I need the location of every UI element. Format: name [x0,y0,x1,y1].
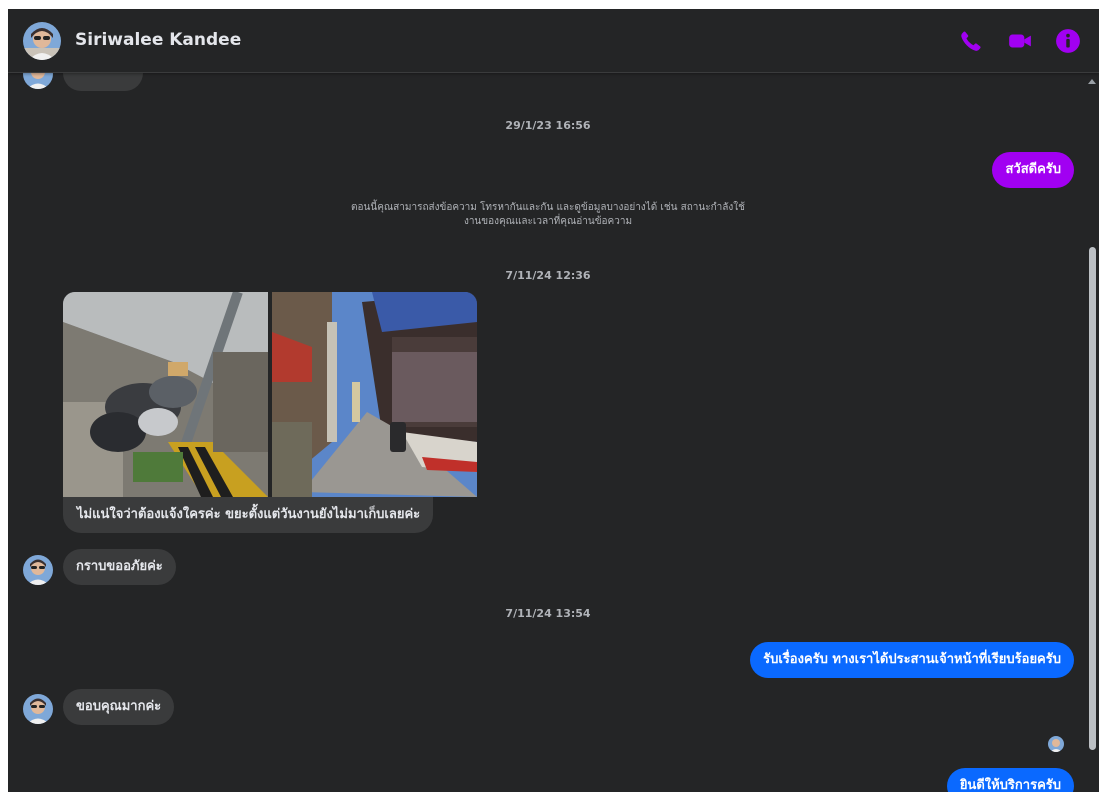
timestamp: 29/1/23 16:56 [505,119,591,132]
contact-avatar-small[interactable] [23,694,53,724]
chat-scrollbar[interactable] [1086,73,1098,792]
message-thread[interactable]: 29/1/23 16:56 สวัสดีครับ ตอนนี้คุณสามารถ… [8,55,1099,792]
message-bubble-outgoing[interactable]: ยินดีให้บริการครับ [946,768,1074,792]
message-bubble-incoming[interactable]: ขอบคุณมากค่ะ [63,689,175,725]
timestamp: 7/11/24 13:54 [505,607,591,620]
system-notice-line: งานของคุณและเวลาที่คุณอ่านข้อความ [463,216,633,227]
contact-avatar-small[interactable] [23,555,53,585]
message-bubble-outgoing[interactable]: สวัสดีครับ [992,152,1074,188]
seen-avatar-icon [1048,736,1064,752]
system-notice-line: ตอนนี้คุณสามารถส่งข้อความ โทรหากันและกัน… [351,202,745,213]
contact-name[interactable]: Siriwalee Kandee [75,30,241,50]
attached-photo-garbage[interactable] [63,292,268,497]
chat-header: Siriwalee Kandee [8,9,1099,73]
message-bubble-incoming[interactable]: กราบขออภัยค่ะ [63,549,176,585]
timestamp: 7/11/24 12:36 [505,269,591,282]
phone-icon[interactable] [958,28,984,54]
scrollbar-thumb[interactable] [1089,247,1096,750]
video-camera-icon[interactable] [1007,28,1033,54]
attached-photo-street[interactable] [272,292,477,497]
messenger-window: Siriwalee Kandee 29/1/23 16:56 สวัสดีครั… [8,9,1099,792]
info-icon[interactable] [1055,28,1081,54]
contact-avatar[interactable] [23,22,61,60]
message-bubble-outgoing[interactable]: รับเรื่องครับ ทางเราได้ประสานเจ้าหน้าที่… [750,642,1074,678]
scroll-up-arrow-icon[interactable] [1088,79,1096,84]
message-bubble-incoming[interactable]: ไม่แน่ใจว่าต้องแจ้งใครค่ะ ขยะตั้งแต่วันง… [63,497,434,533]
system-notice: ตอนนี้คุณสามารถส่งข้อความ โทรหากันและกัน… [298,201,798,229]
